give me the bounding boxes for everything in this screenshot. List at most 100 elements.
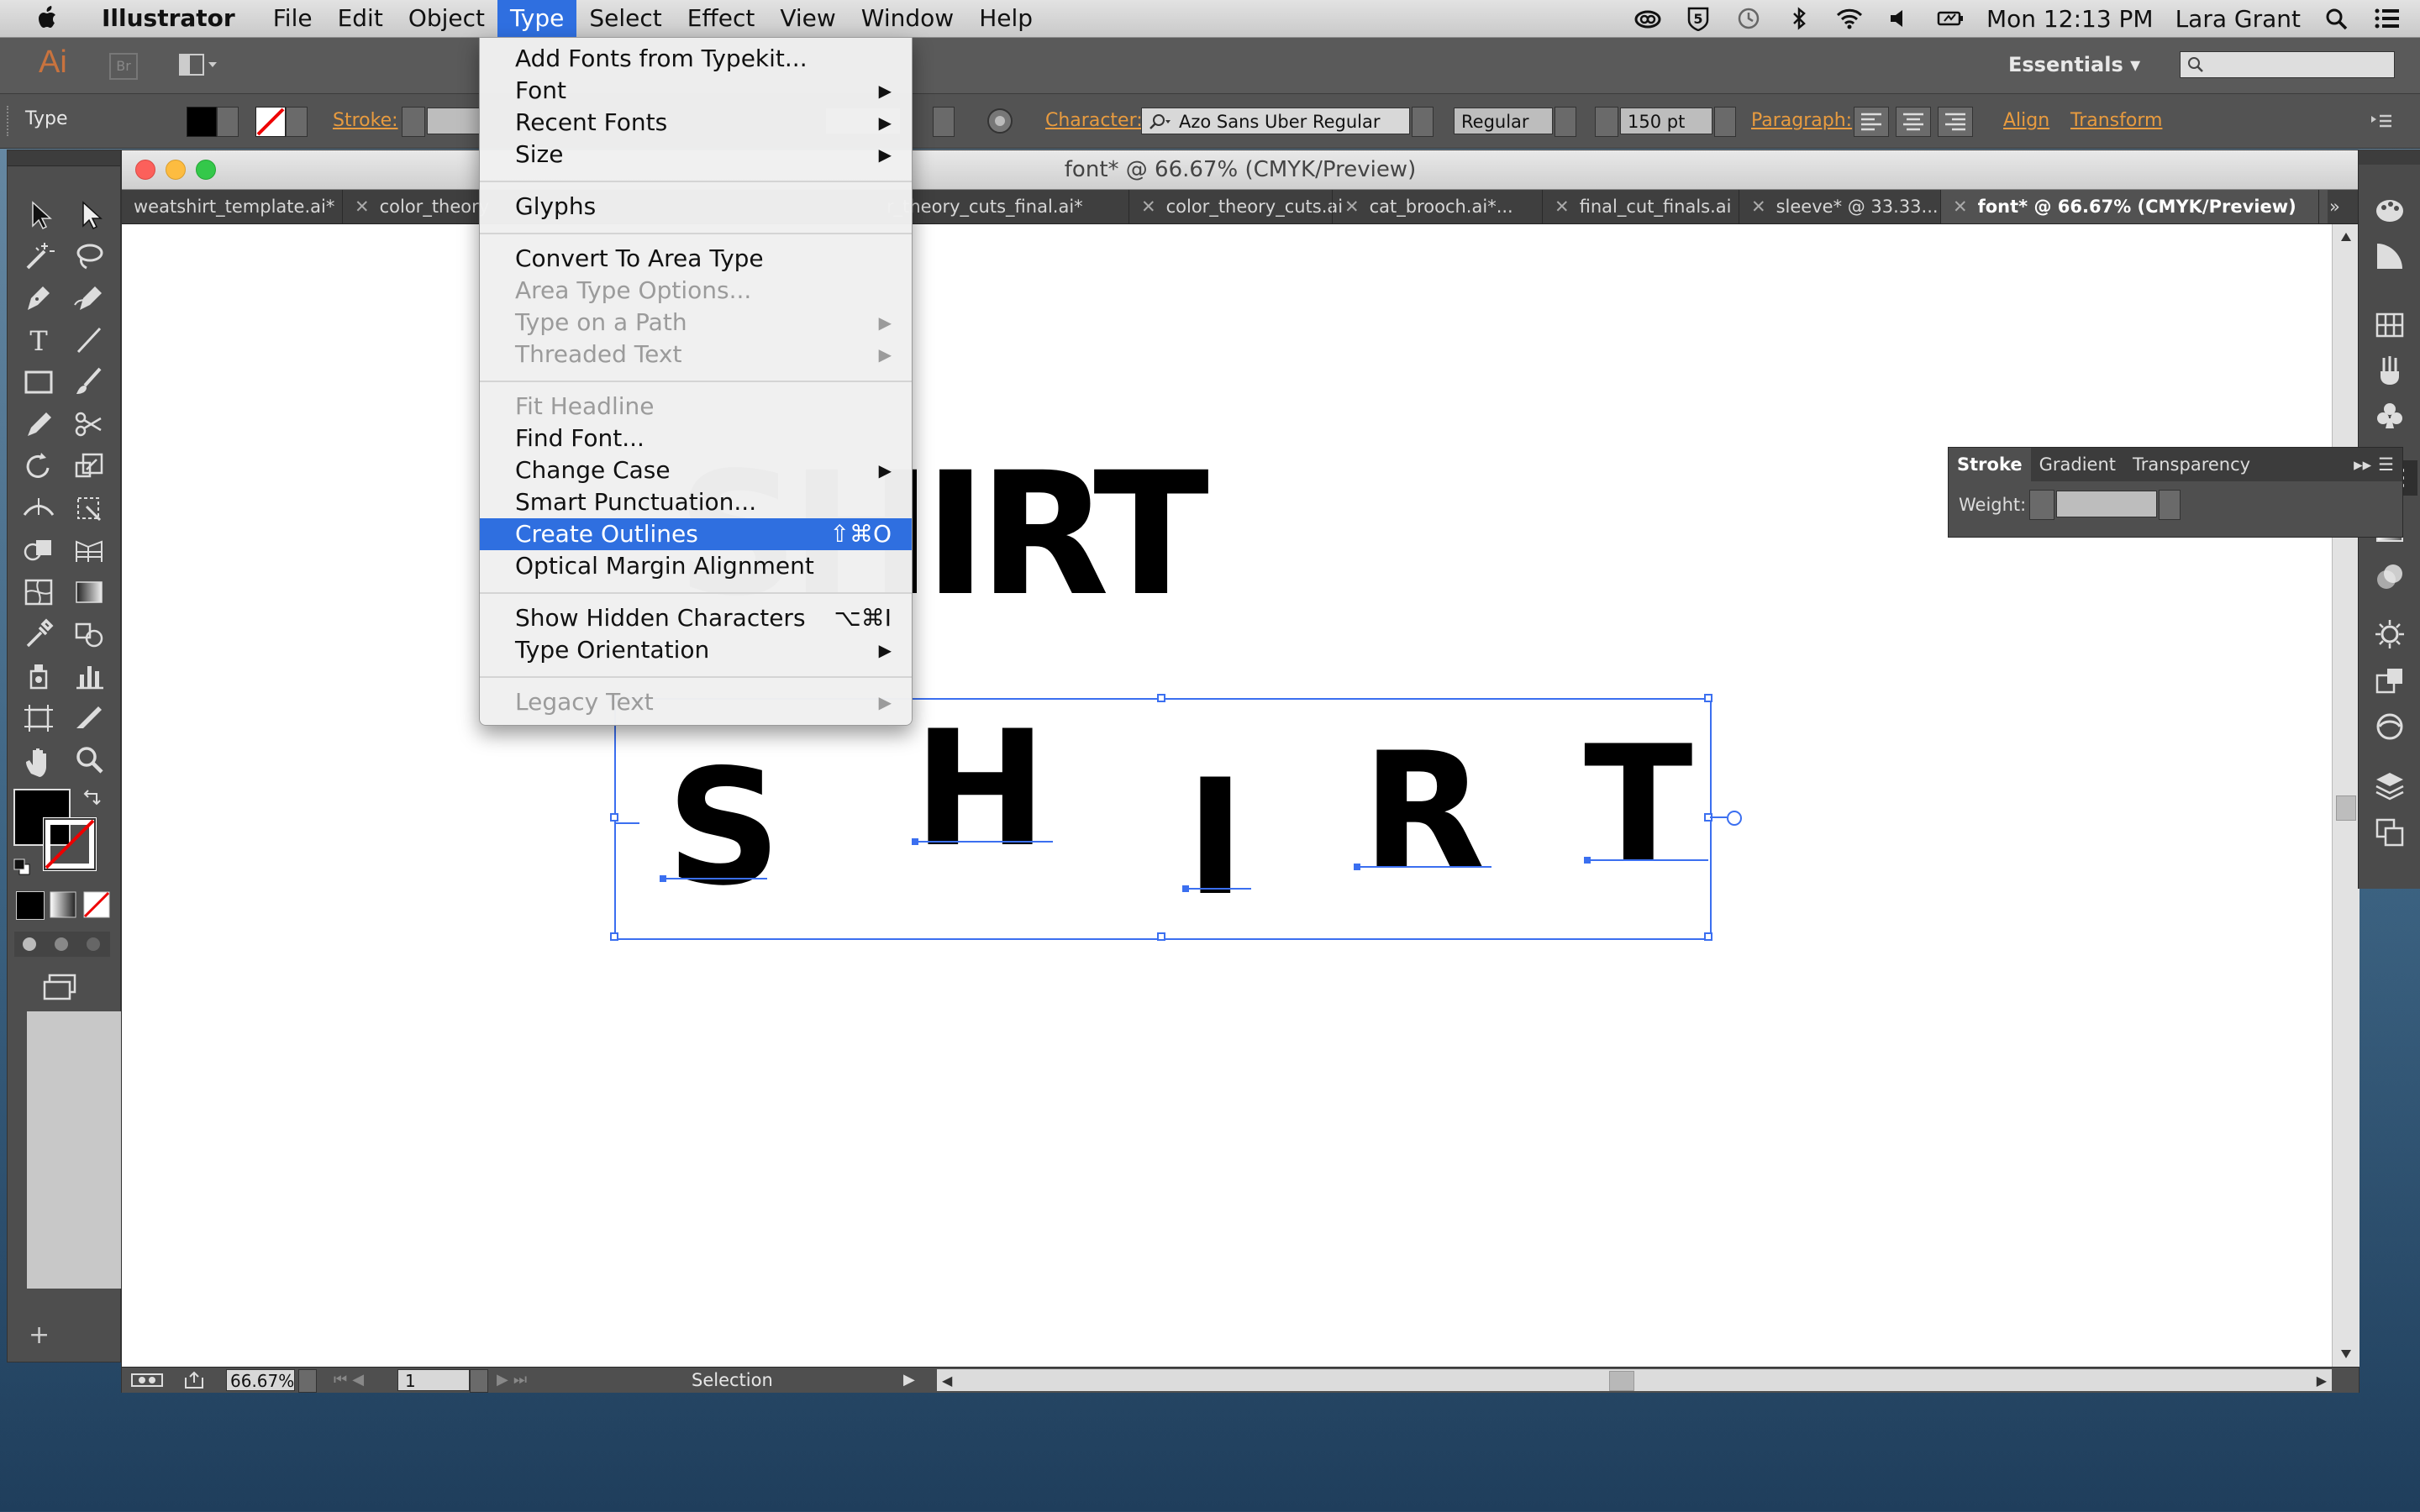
pen-tool[interactable] bbox=[19, 280, 58, 317]
gradient-mode-icon[interactable] bbox=[50, 891, 76, 918]
recolor-artwork-icon[interactable] bbox=[985, 106, 1015, 136]
stroke-dropdown[interactable] bbox=[286, 107, 308, 137]
column-graph-tool[interactable] bbox=[70, 658, 108, 695]
help-search-input[interactable] bbox=[2180, 51, 2395, 78]
menu-item-show-hidden-characters[interactable]: Show Hidden Characters ⌥⌘I bbox=[480, 602, 912, 634]
weight-stepper[interactable] bbox=[2029, 490, 2054, 520]
tab-gradient[interactable]: Gradient bbox=[2031, 454, 2124, 475]
anchor-s[interactable] bbox=[660, 875, 666, 882]
selection-handle[interactable] bbox=[1704, 932, 1712, 941]
close-tab-icon[interactable]: ✕ bbox=[1141, 197, 1156, 217]
horizontal-scrollbar[interactable]: ◀ ▶ bbox=[937, 1369, 2332, 1391]
mesh-tool[interactable] bbox=[19, 574, 58, 611]
gpu-performance-icon[interactable] bbox=[130, 1371, 164, 1389]
bluetooth-icon[interactable] bbox=[1785, 6, 1813, 31]
document-titlebar[interactable]: font* @ 66.67% (CMYK/Preview) bbox=[122, 150, 2359, 190]
status-menu-arrow[interactable]: ▶ bbox=[903, 1369, 915, 1391]
none-mode-icon[interactable] bbox=[83, 891, 110, 918]
menu-object[interactable]: Object bbox=[396, 0, 497, 37]
tab-color-theory-cuts-final[interactable]: r_theory_cuts_final.ai* bbox=[875, 190, 1139, 223]
anchor-i[interactable] bbox=[1182, 885, 1189, 892]
transform-link[interactable]: Transform bbox=[2070, 110, 2162, 131]
gradient-tool[interactable] bbox=[70, 574, 108, 611]
tab-font-active[interactable]: ✕ font* @ 66.67% (CMYK/Preview) bbox=[1940, 190, 2328, 223]
zoom-dropdown[interactable] bbox=[298, 1369, 317, 1393]
brushes-panel-button[interactable] bbox=[2372, 353, 2407, 388]
width-tool[interactable] bbox=[19, 490, 58, 527]
color-panel-button[interactable] bbox=[2372, 193, 2407, 228]
workspace-switcher[interactable]: Essentials ▾ bbox=[2008, 53, 2140, 76]
tab-final-cut-finals[interactable]: ✕ final_cut_finals.ai bbox=[1542, 190, 1749, 223]
font-family-dropdown[interactable] bbox=[1412, 107, 1434, 137]
menu-file[interactable]: File bbox=[260, 0, 325, 37]
spotlight-icon[interactable] bbox=[2323, 6, 2351, 31]
menu-select[interactable]: Select bbox=[576, 0, 674, 37]
menu-item-find-font[interactable]: Find Font... bbox=[480, 423, 912, 454]
stroke-swatch-none-icon[interactable] bbox=[255, 107, 286, 137]
curvature-tool[interactable] bbox=[70, 280, 108, 317]
notification-center-icon[interactable] bbox=[2373, 6, 2402, 31]
menu-item-create-outlines[interactable]: Create Outlines ⇧⌘O bbox=[480, 518, 912, 550]
artboard-next-buttons[interactable]: ▶⏭ bbox=[497, 1369, 564, 1391]
artboard-canvas[interactable]: SHIRT S H I R T bbox=[122, 224, 2332, 1367]
creative-cloud-icon[interactable] bbox=[1634, 6, 1662, 31]
tools-panel-grip[interactable] bbox=[8, 150, 120, 166]
shape-builder-tool[interactable] bbox=[19, 532, 58, 569]
selection-handle[interactable] bbox=[1157, 694, 1165, 702]
share-icon[interactable] bbox=[182, 1371, 206, 1389]
swatches-panel-button[interactable] bbox=[2372, 307, 2407, 343]
menu-item-change-case[interactable]: Change Case ▶ bbox=[480, 454, 912, 486]
selection-handle[interactable] bbox=[610, 813, 618, 822]
rotate-tool[interactable] bbox=[19, 448, 58, 485]
panel-collapse-icon[interactable]: ▸▸ bbox=[2354, 454, 2378, 475]
scissors-tool[interactable] bbox=[70, 406, 108, 443]
selection-handle[interactable] bbox=[610, 932, 618, 941]
align-link[interactable]: Align bbox=[2003, 110, 2049, 131]
apple-icon[interactable] bbox=[34, 4, 62, 33]
artwork-letter-h[interactable]: H bbox=[913, 710, 1047, 869]
drawing-modes-icon[interactable] bbox=[14, 932, 110, 957]
horizontal-scroll-thumb[interactable] bbox=[1609, 1371, 1634, 1391]
stroke-color-box-none-icon[interactable] bbox=[43, 817, 97, 871]
symbols-panel-button[interactable] bbox=[2372, 398, 2407, 433]
font-family-field[interactable]: Azo Sans Uber Regular bbox=[1141, 108, 1410, 134]
font-style-dropdown[interactable] bbox=[1555, 107, 1576, 137]
dock-grip[interactable] bbox=[2359, 150, 2420, 165]
appearance-panel-button[interactable] bbox=[2372, 617, 2407, 652]
artboard-dropdown[interactable] bbox=[470, 1369, 488, 1393]
clock[interactable]: Mon 12:13 PM bbox=[1986, 5, 2154, 33]
control-bar-grip[interactable] bbox=[7, 106, 15, 136]
weight-field[interactable] bbox=[2056, 491, 2157, 517]
menu-item-smart-punctuation[interactable]: Smart Punctuation... bbox=[480, 486, 912, 518]
close-tab-icon[interactable]: ✕ bbox=[1555, 197, 1570, 217]
hand-tool[interactable] bbox=[19, 742, 58, 779]
artboard-tool[interactable] bbox=[19, 700, 58, 737]
line-segment-tool[interactable] bbox=[70, 322, 108, 359]
font-size-dropdown[interactable] bbox=[1714, 107, 1736, 137]
close-tab-icon[interactable]: ✕ bbox=[355, 197, 370, 217]
status-mode-label[interactable]: Selection bbox=[692, 1369, 773, 1391]
add-panel-icon[interactable]: + bbox=[29, 1320, 50, 1350]
layers-panel-button[interactable] bbox=[2372, 768, 2407, 803]
zoom-window-button[interactable] bbox=[196, 160, 216, 180]
menu-view[interactable]: View bbox=[767, 0, 848, 37]
font-size-stepper[interactable] bbox=[1595, 107, 1618, 137]
battery-icon[interactable] bbox=[1936, 6, 1965, 31]
default-fill-stroke-icon[interactable] bbox=[11, 856, 33, 878]
artwork-letter-i[interactable]: I bbox=[1186, 759, 1245, 918]
screen-mode-icon[interactable] bbox=[41, 972, 83, 1002]
character-label[interactable]: Character: bbox=[1045, 110, 1143, 131]
artboards-panel-button[interactable] bbox=[2372, 815, 2407, 850]
slice-tool[interactable] bbox=[70, 700, 108, 737]
magic-wand-tool[interactable] bbox=[19, 238, 58, 275]
opacity-arrow[interactable] bbox=[933, 107, 955, 137]
eyedropper-tool[interactable] bbox=[19, 616, 58, 653]
selection-handle[interactable] bbox=[1157, 932, 1165, 941]
paragraph-label[interactable]: Paragraph: bbox=[1751, 110, 1852, 131]
text-out-port[interactable] bbox=[1727, 811, 1742, 826]
menu-item-recent-fonts[interactable]: Recent Fonts ▶ bbox=[480, 107, 912, 139]
anchor-r[interactable] bbox=[1354, 864, 1360, 870]
artboard-number-field[interactable]: 1 bbox=[397, 1369, 470, 1391]
font-style-field[interactable]: Regular bbox=[1454, 108, 1553, 134]
swap-fill-stroke-icon[interactable] bbox=[82, 787, 103, 809]
